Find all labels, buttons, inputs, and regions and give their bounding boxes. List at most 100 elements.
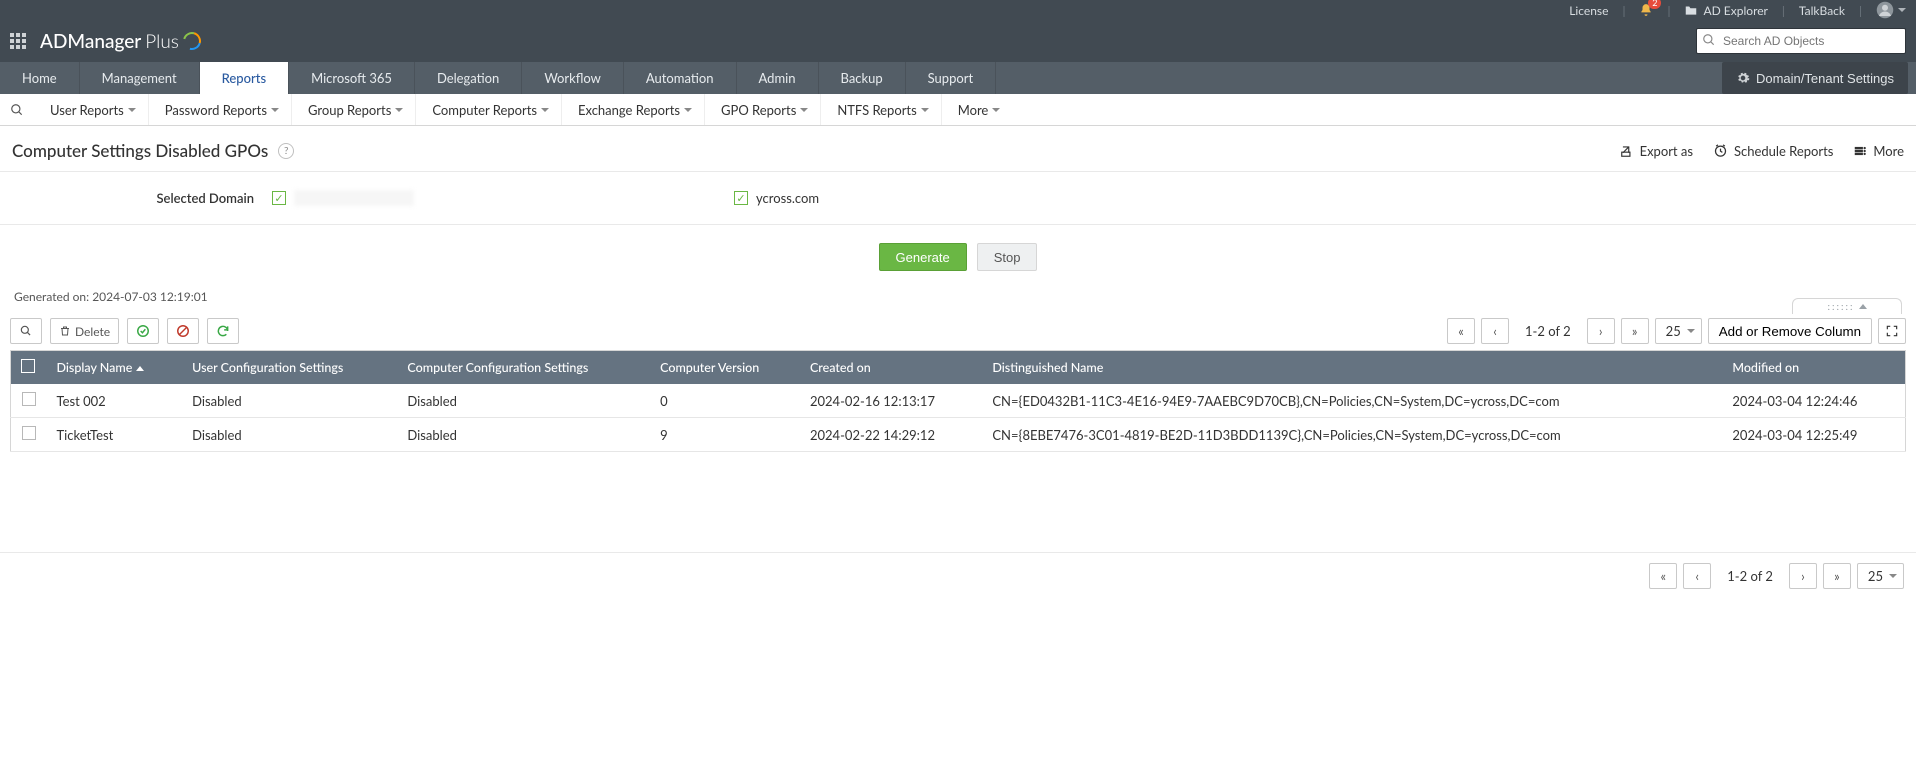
page-size-select-bottom[interactable]: 25 xyxy=(1857,563,1904,589)
trash-icon xyxy=(59,325,71,337)
subtab-computer-reports[interactable]: Computer Reports xyxy=(420,94,562,125)
pager-info: 1-2 of 2 xyxy=(1515,323,1581,339)
search-ad-input[interactable] xyxy=(1696,28,1906,54)
cell-modified-on: 2024-03-04 12:25:49 xyxy=(1722,418,1905,452)
brand-logo: ADManager Plus xyxy=(40,30,201,53)
stop-button[interactable]: Stop xyxy=(977,243,1038,271)
tab-backup[interactable]: Backup xyxy=(819,62,906,94)
domain-selection-row: Selected Domain ✓ ✓ ycross.com xyxy=(0,172,1916,225)
col-comp-cfg[interactable]: Computer Configuration Settings xyxy=(397,351,650,385)
col-modified-on[interactable]: Modified on xyxy=(1722,351,1905,385)
collapse-gripper[interactable]: :::::: xyxy=(1792,298,1902,314)
generate-button[interactable]: Generate xyxy=(879,243,967,271)
pager-first-bottom[interactable]: « xyxy=(1649,563,1677,589)
col-select-all[interactable] xyxy=(11,351,47,385)
cell-created-on: 2024-02-16 12:13:17 xyxy=(800,384,982,418)
tab-home[interactable]: Home xyxy=(0,62,80,94)
subtab-user-reports[interactable]: User Reports xyxy=(38,94,149,125)
pager-prev-bottom[interactable]: ‹ xyxy=(1683,563,1711,589)
fullscreen-button[interactable] xyxy=(1878,318,1906,344)
table-row[interactable]: TicketTestDisabledDisabled92024-02-22 14… xyxy=(11,418,1906,452)
apps-icon[interactable] xyxy=(10,33,26,49)
tab-support[interactable]: Support xyxy=(906,62,997,94)
more-actions-button[interactable]: More xyxy=(1853,143,1904,159)
ad-explorer-link[interactable]: AD Explorer xyxy=(1684,3,1767,18)
col-dn[interactable]: Distinguished Name xyxy=(982,351,1722,385)
export-as-button[interactable]: Export as xyxy=(1620,143,1693,159)
cell-created-on: 2024-02-22 14:29:12 xyxy=(800,418,982,452)
tab-admin[interactable]: Admin xyxy=(737,62,819,94)
checkbox-checked-icon: ✓ xyxy=(272,191,286,205)
help-icon[interactable]: ? xyxy=(278,143,294,159)
pager-last[interactable]: » xyxy=(1621,318,1649,344)
export-icon xyxy=(1620,144,1634,158)
bottom-pager: « ‹ 1-2 of 2 › » 25 xyxy=(0,552,1916,599)
sub-search-icon[interactable] xyxy=(10,103,34,117)
pager-last-bottom[interactable]: » xyxy=(1823,563,1851,589)
pager-next[interactable]: › xyxy=(1587,318,1615,344)
tab-automation[interactable]: Automation xyxy=(624,62,737,94)
subtab-password-reports[interactable]: Password Reports xyxy=(153,94,292,125)
license-link[interactable]: License xyxy=(1569,3,1608,18)
tab-microsoft365[interactable]: Microsoft 365 xyxy=(289,62,415,94)
col-user-cfg[interactable]: User Configuration Settings xyxy=(182,351,397,385)
ad-explorer-label: AD Explorer xyxy=(1703,3,1767,18)
notification-bell[interactable]: 2 xyxy=(1639,3,1653,17)
col-created-on[interactable]: Created on xyxy=(800,351,982,385)
brand-bold: ADManager xyxy=(40,30,141,53)
tab-workflow[interactable]: Workflow xyxy=(522,62,624,94)
page-title: Computer Settings Disabled GPOs xyxy=(12,140,268,161)
generate-row: Generate Stop xyxy=(0,225,1916,289)
col-display-name[interactable]: Display Name xyxy=(47,351,183,385)
fullscreen-icon xyxy=(1885,324,1899,338)
top-strip: License | 2 | AD Explorer | TalkBack | xyxy=(0,0,1916,20)
page-header: Computer Settings Disabled GPOs ? Export… xyxy=(0,126,1916,172)
cell-modified-on: 2024-03-04 12:24:46 xyxy=(1722,384,1905,418)
brand-bar: ADManager Plus xyxy=(0,20,1916,62)
more-icon xyxy=(1853,144,1867,158)
add-remove-column-button[interactable]: Add or Remove Column xyxy=(1708,318,1872,344)
table-row[interactable]: Test 002DisabledDisabled02024-02-16 12:1… xyxy=(11,384,1906,418)
domain-settings-button[interactable]: Domain/Tenant Settings xyxy=(1722,62,1908,94)
pager-next-bottom[interactable]: › xyxy=(1789,563,1817,589)
tab-management[interactable]: Management xyxy=(80,62,200,94)
page-size-select[interactable]: 25 xyxy=(1655,318,1702,344)
table-header-row: Display Name User Configuration Settings… xyxy=(11,351,1906,385)
refresh-button[interactable] xyxy=(207,318,239,344)
cell-dn: CN={ED0432B1-11C3-4E16-94E9-7AAEBC9D70CB… xyxy=(982,384,1722,418)
delete-button[interactable]: Delete xyxy=(50,318,119,344)
quick-search-button[interactable] xyxy=(10,318,42,344)
subtab-group-reports[interactable]: Group Reports xyxy=(296,94,416,125)
col-comp-ver[interactable]: Computer Version xyxy=(650,351,800,385)
talkback-link[interactable]: TalkBack xyxy=(1799,3,1845,18)
pager-prev[interactable]: ‹ xyxy=(1481,318,1509,344)
cell-user-cfg: Disabled xyxy=(182,384,397,418)
row-checkbox[interactable] xyxy=(11,384,47,418)
schedule-reports-button[interactable]: Schedule Reports xyxy=(1713,143,1833,159)
subtab-gpo-reports[interactable]: GPO Reports xyxy=(709,94,821,125)
domain-settings-label: Domain/Tenant Settings xyxy=(1756,71,1894,86)
subtab-exchange-reports[interactable]: Exchange Reports xyxy=(566,94,705,125)
row-checkbox[interactable] xyxy=(11,418,47,452)
search-expand-icon xyxy=(19,324,33,338)
user-icon xyxy=(1876,1,1894,19)
tab-reports[interactable]: Reports xyxy=(200,62,289,94)
search-icon xyxy=(1702,33,1716,47)
disable-button[interactable] xyxy=(167,318,199,344)
chevron-up-icon xyxy=(1859,304,1867,309)
domain-checkbox-1[interactable]: ✓ xyxy=(272,190,414,206)
brand-swoosh-icon xyxy=(180,29,205,54)
subtab-ntfs-reports[interactable]: NTFS Reports xyxy=(825,94,941,125)
tab-delegation[interactable]: Delegation xyxy=(415,62,522,94)
domain-checkbox-2[interactable]: ✓ ycross.com xyxy=(734,190,819,206)
cell-display-name: Test 002 xyxy=(47,384,183,418)
subtab-more[interactable]: More xyxy=(946,94,1013,125)
pager-first[interactable]: « xyxy=(1447,318,1475,344)
enable-button[interactable] xyxy=(127,318,159,344)
user-menu[interactable] xyxy=(1876,1,1906,19)
results-table: Display Name User Configuration Settings… xyxy=(10,350,1906,452)
cell-dn: CN={8EBE7476-3C01-4819-BE2D-11D3BDD1139C… xyxy=(982,418,1722,452)
selected-domain-label: Selected Domain xyxy=(12,190,272,206)
domain-2-name: ycross.com xyxy=(756,190,819,206)
generated-on-label: Generated on: 2024-07-03 12:19:01 xyxy=(0,289,1916,312)
